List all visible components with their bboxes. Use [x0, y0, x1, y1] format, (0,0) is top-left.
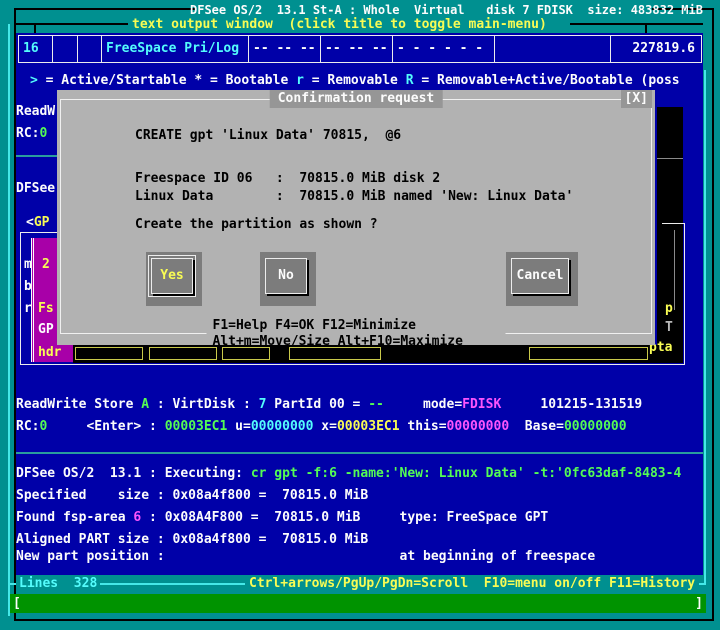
- dialog-question: Create the partition as shown ?: [135, 217, 378, 233]
- partition-cell-type: FreeSpace Pri/Log: [102, 36, 249, 62]
- cancel-button[interactable]: Cancel: [506, 252, 578, 306]
- command-bracket-close: ]: [695, 596, 703, 612]
- cyan-frame-right: [704, 70, 706, 584]
- status-line-readwrite: ReadWrite Store A : VirtDisk : 7 PartId …: [16, 397, 642, 413]
- partition-cell-dash: - - - - - -: [393, 36, 495, 62]
- main-title: DFSee OS/2 13.1 St-A : Whole Virtual dis…: [190, 2, 703, 18]
- bg-gpt-t: T: [665, 320, 673, 336]
- bg-right-box-top: [662, 223, 685, 224]
- subframe-corner-left: [34, 24, 36, 33]
- yes-button[interactable]: Yes: [146, 252, 202, 306]
- bg-freespace-box: [75, 347, 143, 360]
- bg-right-box-right: [684, 223, 685, 365]
- partition-cell-flag2: [78, 36, 102, 62]
- dialog-title[interactable]: Confirmation request: [270, 90, 443, 108]
- exec-line-command: DFSee OS/2 13.1 : Executing: cr gpt -f:6…: [16, 466, 681, 482]
- subframe-top-right-segment: [570, 23, 703, 25]
- partition-cell-chs2: -- -- --: [321, 36, 393, 62]
- bg-purple-fs: Fs: [38, 301, 54, 317]
- bg-map-border-top: [20, 232, 61, 233]
- no-button-label: No: [278, 268, 294, 284]
- exec-line-aligned: Aligned PART size : 0x08a4f800 = 70815.0…: [16, 532, 368, 548]
- bg-shadowed-divider: [657, 158, 683, 159]
- bg-purple-num: 2: [42, 257, 50, 273]
- partition-cell-size: 227819.6: [611, 36, 701, 62]
- frame-right: [712, 8, 714, 621]
- dialog-statusbar: F1=Help F4=OK F12=Minimize Alt+m=Move/Si…: [207, 325, 506, 343]
- partition-cell-chs1: -- -- --: [249, 36, 321, 62]
- exec-line-position: New part position : at beginning of free…: [16, 549, 595, 565]
- bg-divider-left: [16, 155, 61, 157]
- confirmation-dialog: Confirmation request [X] CREATE gpt 'Lin…: [57, 90, 655, 345]
- yes-button-label: Yes: [160, 268, 183, 284]
- exec-line-found: Found fsp-area 6 : 0x08A4F800 = 70815.0 …: [16, 510, 548, 526]
- dialog-freespace-line: Freespace ID 06 : 70815.0 MiB disk 2: [135, 171, 440, 187]
- dialog-linuxdata-line: Linux Data : 70815.0 MiB named 'New: Lin…: [135, 189, 573, 205]
- bg-gpt-label: <GP: [26, 215, 49, 231]
- bg-dfsee-label: DFSee: [16, 181, 55, 197]
- bg-map-border-bottom: [20, 364, 685, 365]
- bg-freespace-box: [149, 347, 217, 360]
- status-line-rc: RC:0 <Enter> : 00003EC1 u=00000000 x=000…: [16, 419, 627, 435]
- dfsee-main-window: DFSee OS/2 13.1 St-A : Whole Virtual dis…: [0, 0, 720, 630]
- lines-counter: Lines 328: [16, 576, 100, 592]
- bg-gpt-p: p: [665, 301, 673, 317]
- partition-cell-id: 16: [19, 36, 53, 62]
- frame-top-left-segment: [14, 8, 196, 10]
- bg-map-border-left: [20, 232, 21, 365]
- cyan-frame-left: [8, 24, 10, 616]
- cancel-button-label: Cancel: [517, 268, 564, 284]
- exec-line-specified: Specified size : 0x08a4f800 = 70815.0 Mi…: [16, 488, 368, 504]
- legend: > = Active/Startable * = Bootable r = Re…: [30, 73, 703, 89]
- frame-bottom: [14, 619, 714, 621]
- no-button[interactable]: No: [260, 252, 316, 306]
- bg-purple-gp: GP: [38, 322, 54, 338]
- window-subtitle[interactable]: text output window (click title to toggl…: [132, 17, 547, 33]
- partition-table-row[interactable]: 16 FreeSpace Pri/Log -- -- -- -- -- -- -…: [18, 35, 702, 63]
- partition-cell-empty: [495, 36, 611, 62]
- bg-readwrite-label: ReadW: [16, 104, 55, 120]
- bg-rc-label: RC:0: [16, 126, 47, 142]
- divider-mid: [16, 452, 703, 454]
- bg-freespace-box: [529, 347, 648, 360]
- subframe-top-left-segment: [14, 23, 128, 25]
- bg-right-box-inner: [674, 230, 675, 310]
- command-input[interactable]: [ ]: [10, 594, 706, 613]
- bg-purple-hdr: hdr: [38, 345, 61, 361]
- dialog-command-line: CREATE gpt 'Linux Data' 70815, @6: [135, 128, 401, 144]
- command-bracket-open: [: [13, 596, 21, 612]
- close-icon[interactable]: [X]: [621, 90, 652, 108]
- subframe-corner-right: [645, 24, 647, 33]
- partition-cell-flag1: [53, 36, 78, 62]
- scroll-hints: Ctrl+arrows/PgUp/PgDn=Scroll F10=menu on…: [245, 576, 699, 592]
